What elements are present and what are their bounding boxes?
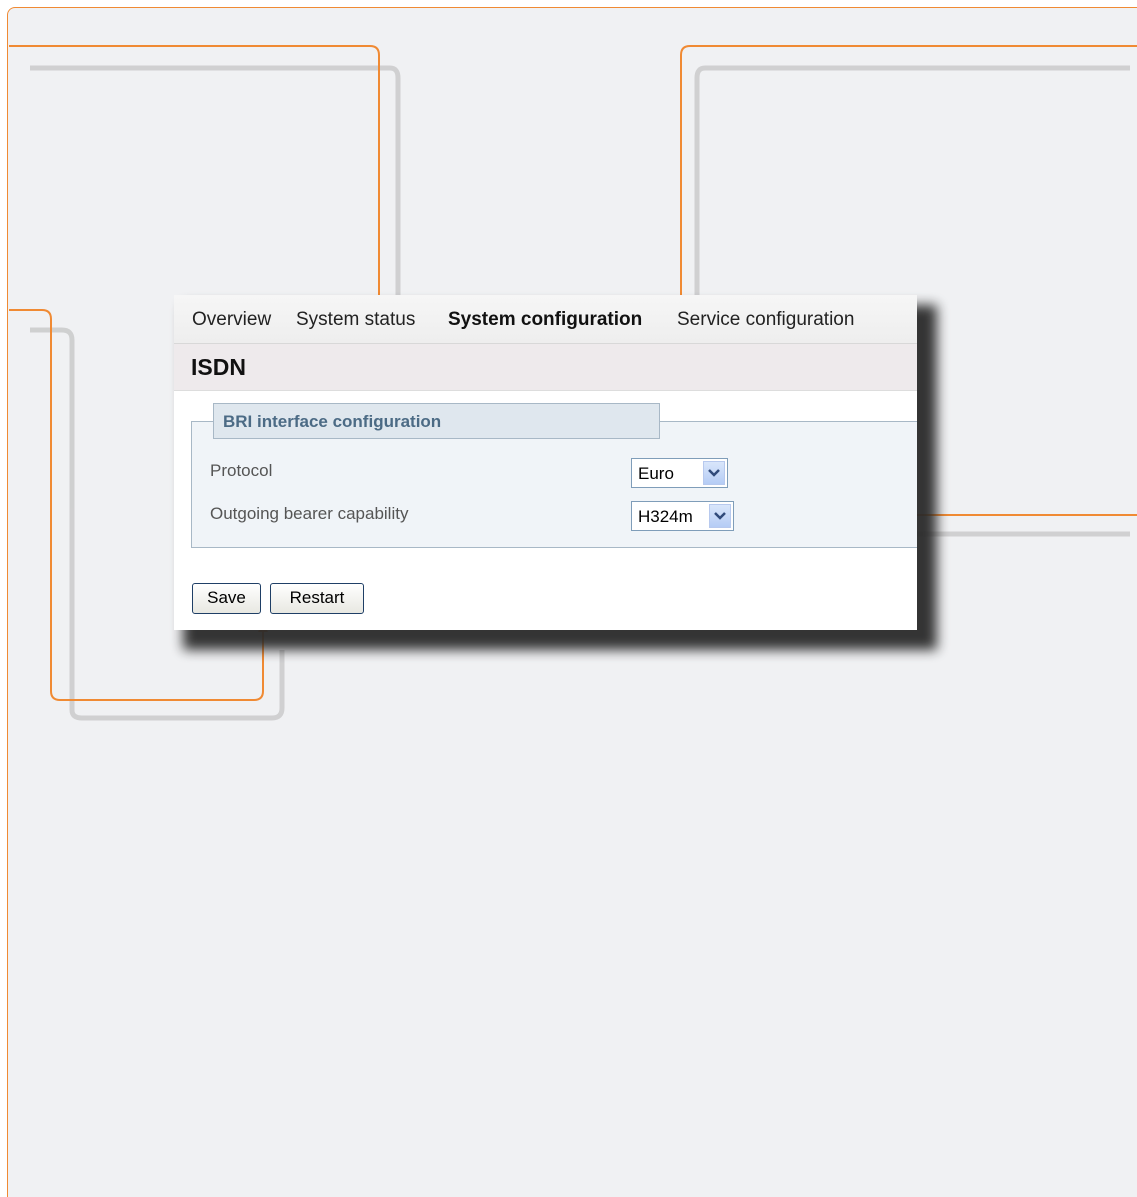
top-navigation: Overview System status System configurat… [174, 295, 917, 344]
outgoing-bearer-value: H324m [638, 507, 693, 526]
protocol-value: Euro [638, 464, 674, 483]
restart-button[interactable]: Restart [270, 583, 364, 614]
nav-service-configuration[interactable]: Service configuration [677, 309, 854, 331]
isdn-config-screenshot: Overview System status System configurat… [174, 295, 917, 630]
bri-fieldset [191, 421, 917, 548]
chevron-down-icon[interactable] [703, 461, 725, 485]
page-title: ISDN [191, 354, 246, 380]
chevron-down-icon[interactable] [709, 504, 731, 528]
nav-system-status[interactable]: System status [296, 309, 415, 331]
outgoing-bearer-label: Outgoing bearer capability [210, 504, 409, 523]
page-title-bar: ISDN [174, 344, 917, 391]
bri-legend-label: BRI interface configuration [223, 412, 442, 431]
nav-system-configuration[interactable]: System configuration [448, 309, 642, 331]
protocol-label: Protocol [210, 461, 273, 480]
save-button[interactable]: Save [192, 583, 261, 614]
nav-overview[interactable]: Overview [192, 309, 271, 331]
outgoing-bearer-select[interactable]: H324m [631, 501, 734, 531]
bri-legend: BRI interface configuration [213, 403, 660, 439]
protocol-select[interactable]: Euro [631, 458, 728, 488]
